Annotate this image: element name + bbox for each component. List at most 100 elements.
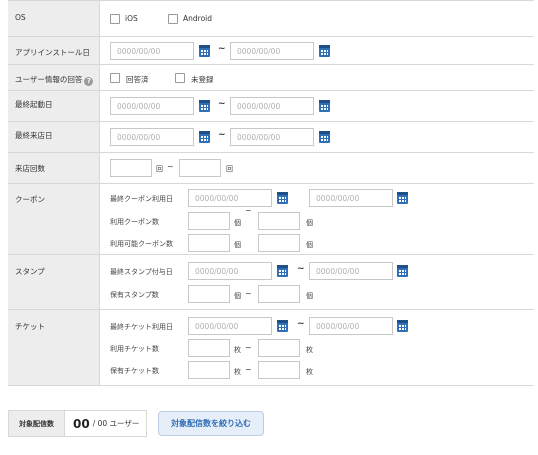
range-tilde: ~ <box>245 206 252 215</box>
last-visit-from-input[interactable] <box>110 128 194 146</box>
coupon-used-from-input[interactable] <box>188 212 230 230</box>
calendar-icon[interactable] <box>199 100 210 112</box>
calendar-icon[interactable] <box>319 100 330 112</box>
coupon-last-use-label: 最終クーポン利用日 <box>110 195 173 203</box>
range-tilde: ~ <box>297 264 305 274</box>
install-date-from-input[interactable] <box>110 42 194 60</box>
row-stamp: スタンプ 最終スタンプ付与日 ~ 保有スタンプ数 個 ~ 個 <box>8 255 534 310</box>
install-date-to-input[interactable] <box>230 42 314 60</box>
visit-count-label: 来店回数 <box>15 164 45 173</box>
stamp-content: 最終スタンプ付与日 ~ 保有スタンプ数 個 ~ 個 <box>100 255 534 309</box>
user-info-content: 回答済 未登録 <box>100 65 534 90</box>
last-visit-content: ~ <box>100 122 534 152</box>
coupon-used-to-input[interactable] <box>258 212 300 230</box>
visit-count-unit-to: 回 <box>226 165 233 173</box>
ticket-label: チケット <box>15 322 45 331</box>
calendar-icon[interactable] <box>319 131 330 143</box>
calendar-icon[interactable] <box>199 45 210 57</box>
range-tilde: ~ <box>167 162 174 171</box>
row-ticket: チケット 最終チケット利用日 ~ 利用チケット数 枚 ~ 枚 保有チケット数 枚… <box>8 310 534 386</box>
ticket-used-to-input[interactable] <box>258 339 300 357</box>
range-tilde: ~ <box>297 319 305 329</box>
stamp-label-cell: スタンプ <box>8 255 100 309</box>
last-launch-label: 最終起動日 <box>15 100 53 109</box>
row-visit-count: 来店回数 回 ~ 回 <box>8 153 534 184</box>
os-label: OS <box>15 13 26 22</box>
visit-count-content: 回 ~ 回 <box>100 153 534 183</box>
unregistered-checkbox[interactable] <box>175 73 185 83</box>
target-count-value: 00 <box>73 416 90 431</box>
range-tilde: ~ <box>245 365 252 374</box>
ticket-last-use-from-input[interactable] <box>188 317 272 335</box>
calendar-icon[interactable] <box>277 265 288 277</box>
row-os: OS iOS Android <box>8 1 534 37</box>
coupon-label-cell: クーポン <box>8 184 100 254</box>
stamp-owned-from-input[interactable] <box>188 285 230 303</box>
stamp-owned-to-input[interactable] <box>258 285 300 303</box>
ticket-last-use-to-input[interactable] <box>309 317 393 335</box>
user-info-label: ユーザー情報の回答? <box>15 74 94 86</box>
ticket-owned-to-input[interactable] <box>258 361 300 379</box>
ios-label: iOS <box>125 14 138 23</box>
range-tilde: ~ <box>218 99 226 109</box>
android-checkbox[interactable] <box>168 14 178 24</box>
unregistered-label: 未登録 <box>191 75 214 84</box>
ticket-owned-label: 保有チケット数 <box>110 367 159 375</box>
calendar-icon[interactable] <box>397 320 408 332</box>
visit-count-from-input[interactable] <box>110 159 152 177</box>
last-launch-content: ~ <box>100 91 534 121</box>
stamp-owned-label: 保有スタンプ数 <box>110 291 159 299</box>
coupon-last-use-from-input[interactable] <box>188 189 272 207</box>
row-last-launch: 最終起動日 ~ <box>8 91 534 122</box>
coupon-used-label: 利用クーポン数 <box>110 218 159 226</box>
coupon-available-to-input[interactable] <box>258 234 300 252</box>
help-icon[interactable]: ? <box>84 77 94 86</box>
calendar-icon[interactable] <box>199 131 210 143</box>
calendar-icon[interactable] <box>397 265 408 277</box>
os-label-cell: OS <box>8 1 100 36</box>
android-label: Android <box>183 14 212 23</box>
os-content: iOS Android <box>100 1 534 36</box>
ios-checkbox[interactable] <box>110 14 120 24</box>
calendar-icon[interactable] <box>397 192 408 204</box>
last-launch-from-input[interactable] <box>110 97 194 115</box>
install-date-label-cell: アプリインストール日 <box>8 37 100 64</box>
target-count-label: 対象配信数 <box>9 411 65 436</box>
range-tilde: ~ <box>218 130 226 140</box>
range-tilde: ~ <box>218 44 226 54</box>
row-last-visit: 最終来店日 ~ <box>8 122 534 153</box>
filter-form: OS iOS Android アプリインストール日 ~ ユーザー情報の回答? 回… <box>8 0 534 386</box>
coupon-last-use-to-input[interactable] <box>309 189 393 207</box>
range-tilde: ~ <box>245 289 252 298</box>
row-user-info: ユーザー情報の回答? 回答済 未登録 <box>8 65 534 91</box>
answered-checkbox[interactable] <box>110 73 120 83</box>
coupon-available-label: 利用可能クーポン数 <box>110 240 173 248</box>
ticket-owned-unit-to: 枚 <box>306 368 313 376</box>
coupon-content: 最終クーポン利用日 利用クーポン数 個 ~ 個 利用可能クーポン数 個 個 <box>100 184 534 254</box>
calendar-icon[interactable] <box>319 45 330 57</box>
visit-count-to-input[interactable] <box>179 159 221 177</box>
visit-count-unit-from: 回 <box>156 165 163 173</box>
stamp-owned-unit-to: 個 <box>306 292 313 300</box>
narrow-targets-button[interactable]: 対象配信数を絞り込む <box>158 411 264 436</box>
ticket-content: 最終チケット利用日 ~ 利用チケット数 枚 ~ 枚 保有チケット数 枚 ~ 枚 <box>100 310 534 385</box>
ticket-owned-from-input[interactable] <box>188 361 230 379</box>
coupon-available-unit-from: 個 <box>234 241 241 249</box>
range-tilde: ~ <box>245 343 252 352</box>
coupon-used-unit-from: 個 <box>234 219 241 227</box>
last-launch-to-input[interactable] <box>230 97 314 115</box>
answered-label: 回答済 <box>126 75 149 84</box>
visit-count-label-cell: 来店回数 <box>8 153 100 183</box>
ticket-used-unit-to: 枚 <box>306 346 313 354</box>
stamp-last-grant-from-input[interactable] <box>188 262 272 280</box>
stamp-last-grant-label: 最終スタンプ付与日 <box>110 268 173 276</box>
install-date-label: アプリインストール日 <box>15 48 90 57</box>
calendar-icon[interactable] <box>277 320 288 332</box>
calendar-icon[interactable] <box>277 192 288 204</box>
ticket-used-from-input[interactable] <box>188 339 230 357</box>
install-date-content: ~ <box>100 37 534 64</box>
last-visit-to-input[interactable] <box>230 128 314 146</box>
coupon-available-from-input[interactable] <box>188 234 230 252</box>
target-count-total: / 00 ユーザー <box>92 419 140 428</box>
stamp-last-grant-to-input[interactable] <box>309 262 393 280</box>
